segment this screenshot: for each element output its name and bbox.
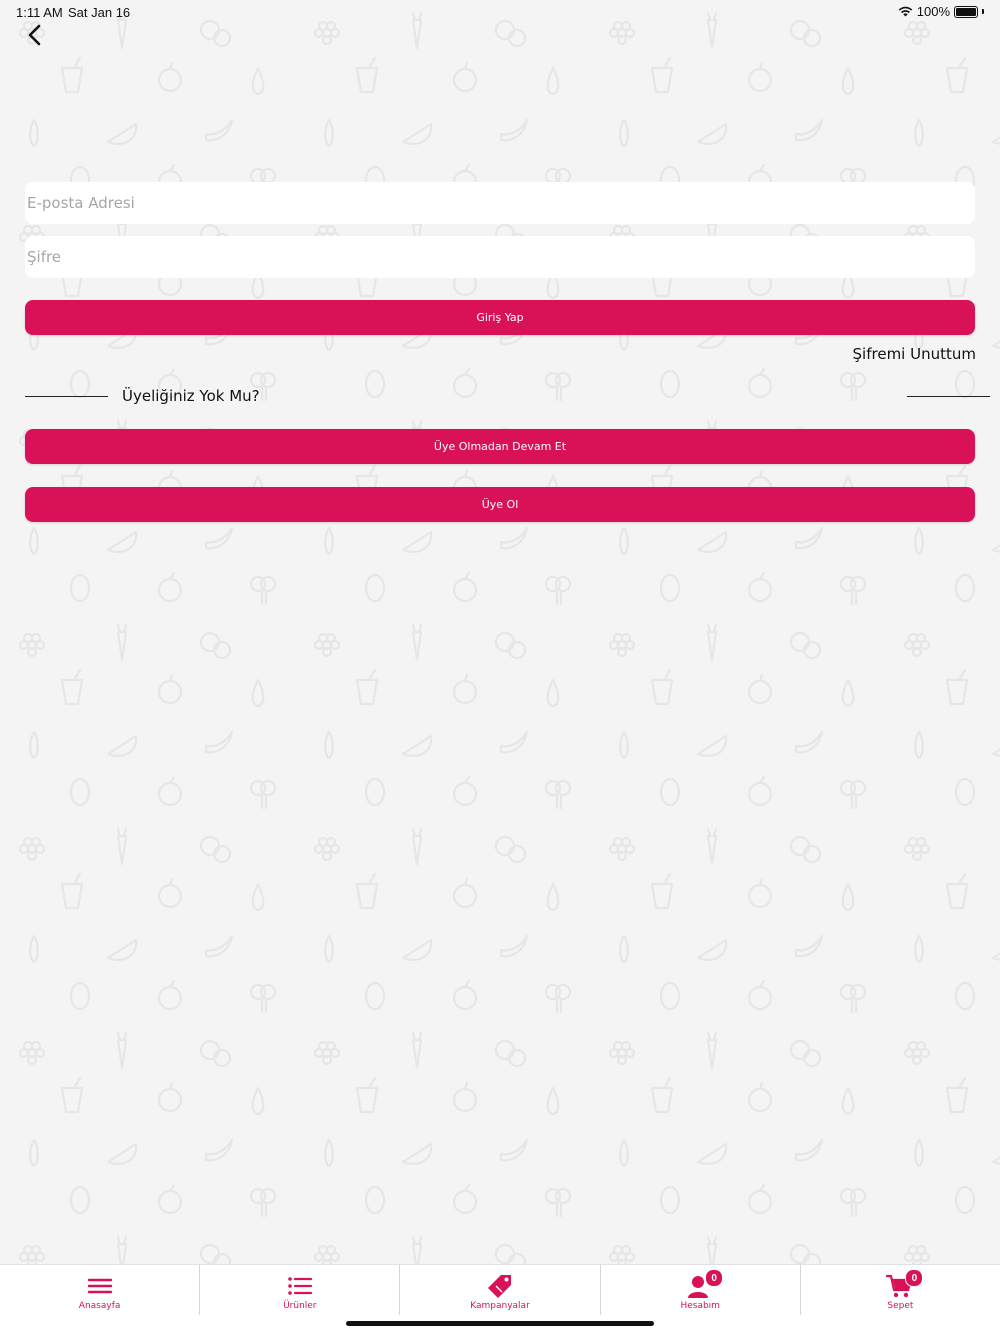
password-input[interactable] xyxy=(25,236,975,278)
account-badge: 0 xyxy=(705,1269,724,1287)
tag-icon xyxy=(488,1275,511,1298)
divider-right xyxy=(907,396,990,397)
tab-products[interactable]: Ürünler xyxy=(200,1265,401,1315)
battery-icon xyxy=(954,5,978,18)
forgot-password-link[interactable]: Şifremi Unuttum xyxy=(853,345,976,363)
tab-cart-label: Sepet xyxy=(887,1301,914,1311)
email-input[interactable] xyxy=(25,182,975,224)
tab-account-label: Hesabım xyxy=(680,1301,720,1311)
battery-percentage: 100% xyxy=(916,4,950,19)
email-field[interactable] xyxy=(25,182,975,224)
wifi-icon xyxy=(898,6,913,17)
tab-account[interactable]: 0 Hesabım xyxy=(601,1265,801,1315)
home-indicator xyxy=(346,1321,654,1326)
tab-home-label: Anasayfa xyxy=(78,1301,121,1311)
cart-badge: 0 xyxy=(905,1269,924,1287)
tab-products-label: Ürünler xyxy=(283,1301,317,1311)
status-bar: 1:11 AM Sat Jan 16 100% xyxy=(0,0,1000,24)
status-date: Sat Jan 16 xyxy=(68,5,131,20)
menu-icon xyxy=(87,1278,112,1294)
divider-left xyxy=(25,396,108,397)
no-membership-prompt: Üyeliğiniz Yok Mu? xyxy=(122,387,260,405)
continue-as-guest-button[interactable]: Üye Olmadan Devam Et xyxy=(25,429,975,464)
status-time: 1:11 AM xyxy=(16,5,63,20)
list-icon xyxy=(287,1277,312,1295)
register-button[interactable]: Üye Ol xyxy=(25,487,975,522)
tab-cart[interactable]: 0 Sepet xyxy=(801,1265,1000,1315)
battery-tip xyxy=(982,9,984,14)
status-indicators: 100% xyxy=(898,4,984,19)
login-button[interactable]: Giriş Yap xyxy=(25,300,975,335)
tab-campaigns-label: Kampanyalar xyxy=(470,1301,530,1311)
password-field[interactable] xyxy=(25,236,975,278)
tab-home[interactable]: Anasayfa xyxy=(0,1265,201,1315)
back-arrow-icon[interactable] xyxy=(22,22,48,48)
tab-campaigns[interactable]: Kampanyalar xyxy=(400,1265,601,1315)
